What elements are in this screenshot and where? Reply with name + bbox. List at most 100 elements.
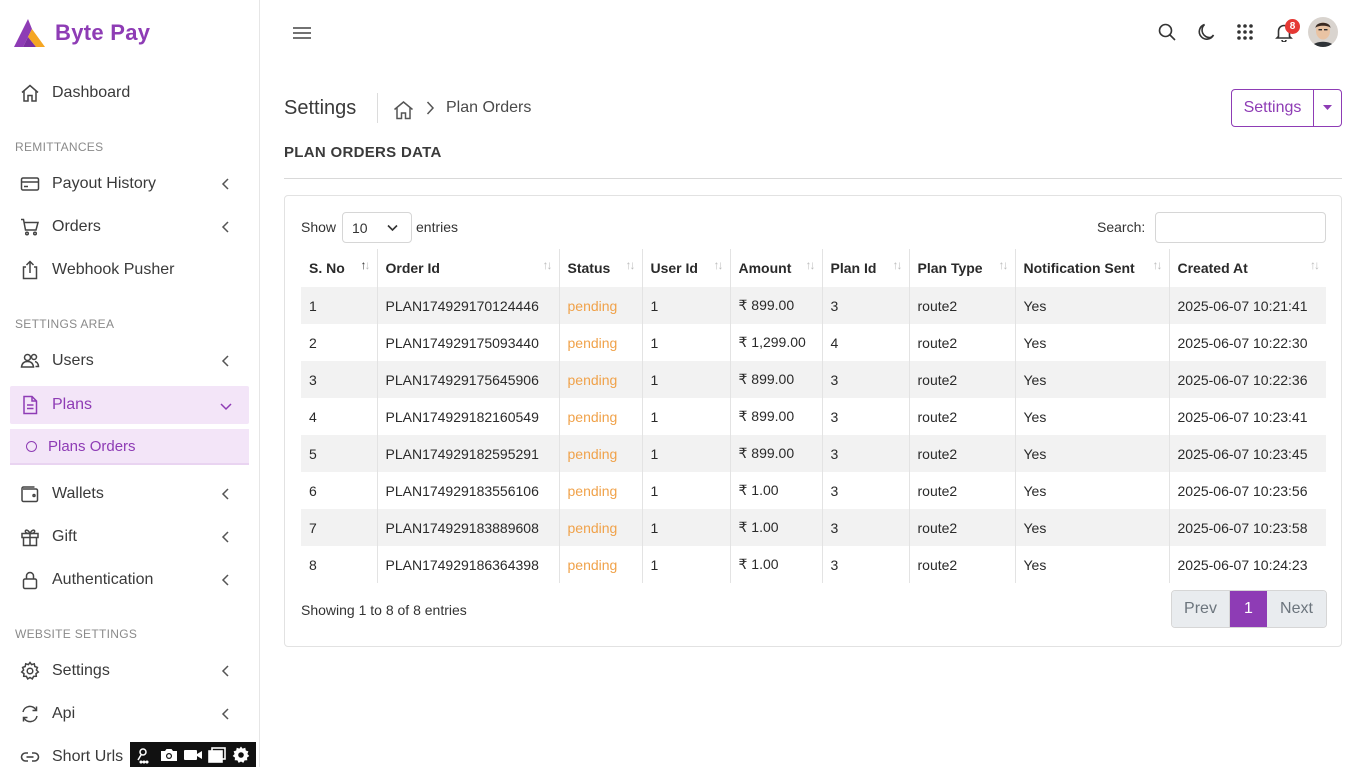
- page-size-value: 10: [352, 219, 368, 236]
- refresh-icon: [20, 704, 40, 724]
- chevron-left-icon: [221, 708, 229, 720]
- page-size-select[interactable]: 10: [342, 212, 412, 243]
- table-cell: route2: [909, 472, 1016, 509]
- camera-icon[interactable]: [159, 746, 179, 764]
- table-cell: PLAN174929183556106: [377, 472, 560, 509]
- column-header-created-at[interactable]: Created At ↑↓: [1169, 249, 1326, 287]
- menu-toggle-icon[interactable]: [293, 26, 311, 40]
- table-cell: 1: [642, 287, 731, 324]
- avatar[interactable]: [1308, 17, 1338, 47]
- sort-icon: ↑↓: [1152, 258, 1163, 272]
- table-cell: PLAN174929186364398: [377, 546, 560, 583]
- apps-grid-icon[interactable]: [1235, 22, 1255, 42]
- page-title: Settings: [284, 97, 357, 119]
- table-cell: 5: [301, 435, 378, 472]
- chevron-left-icon: [221, 355, 229, 367]
- sidebar-subitem-plans-orders[interactable]: Plans Orders: [10, 429, 249, 465]
- settings-dropdown-toggle[interactable]: [1314, 90, 1341, 126]
- search-input[interactable]: [1155, 212, 1326, 243]
- moon-icon[interactable]: [1196, 22, 1216, 42]
- sidebar-item-label: Api: [52, 705, 76, 722]
- table-cell: 2025-06-07 10:23:56: [1177, 482, 1308, 499]
- table-cell: 1: [642, 324, 731, 361]
- pagination: Prev 1 Next: [1171, 590, 1327, 628]
- table-cell: Yes: [1015, 287, 1170, 324]
- brand-logo-icon: [14, 19, 45, 47]
- column-header-plan-id[interactable]: Plan Id ↑↓: [822, 249, 910, 287]
- chevron-left-icon: [221, 488, 229, 500]
- gear-icon[interactable]: [231, 746, 251, 764]
- table-cell: 1: [642, 546, 731, 583]
- sort-icon: ↑↓: [998, 258, 1009, 272]
- column-header-plan-type[interactable]: Plan Type ↑↓: [909, 249, 1016, 287]
- sidebar-item-settings[interactable]: Settings: [10, 652, 249, 690]
- table-cell: 2025-06-07 10:23:45: [1169, 435, 1326, 472]
- table-cell: route2: [909, 324, 1016, 361]
- cart-icon: [20, 217, 40, 237]
- table-row[interactable]: 2 PLAN174929175093440 pending 1 ₹ 1,299.00 4 r…: [301, 324, 1326, 361]
- pin-icon[interactable]: [135, 746, 155, 764]
- table-cell: ₹ 1,299.00: [730, 324, 823, 361]
- sort-icon: ↑↓: [892, 258, 903, 272]
- brand[interactable]: Byte Pay: [14, 18, 150, 48]
- column-header-user-id[interactable]: User Id ↑↓: [642, 249, 731, 287]
- showing-entries-text: Showing 1 to 8 of 8 entries: [301, 602, 467, 618]
- column-header-notification-sent[interactable]: Notification Sent ↑↓: [1015, 249, 1170, 287]
- sort-icon: ↑↓: [360, 258, 371, 272]
- table-cell: ₹ 899.00: [730, 435, 823, 472]
- column-header-amount[interactable]: Amount ↑↓: [730, 249, 823, 287]
- sidebar-item-gift[interactable]: Gift: [10, 518, 249, 556]
- sidebar-item-orders[interactable]: Orders: [10, 208, 249, 246]
- table-row[interactable]: 7 PLAN174929183889608 pending 1 ₹ 1.00 3 route…: [301, 509, 1326, 546]
- table-row[interactable]: 5 PLAN174929182595291 pending 1 ₹ 899.00 3 rou…: [301, 435, 1326, 472]
- table-body: 1 PLAN174929170124446 pending 1 ₹ 899.00 3 rou…: [301, 287, 1326, 583]
- sort-icon: ↑↓: [1310, 258, 1320, 272]
- table-cell: Yes: [1015, 361, 1170, 398]
- table-cell: PLAN174929175093440: [377, 324, 560, 361]
- table-cell: route2: [909, 509, 1016, 546]
- settings-button[interactable]: Settings: [1232, 90, 1314, 126]
- windows-icon[interactable]: [207, 746, 227, 764]
- sidebar-item-authentication[interactable]: Authentication: [10, 561, 249, 599]
- table-row[interactable]: 4 PLAN174929182160549 pending 1 ₹ 899.00 3 rou…: [301, 398, 1326, 435]
- table-cell: 3: [822, 398, 910, 435]
- table-row[interactable]: 3 PLAN174929175645906 pending 1 ₹ 899.00 3 rou…: [301, 361, 1326, 398]
- sidebar-item-label: Wallets: [52, 485, 104, 502]
- sort-icon: ↑↓: [625, 258, 636, 272]
- table-cell: route2: [909, 287, 1016, 324]
- video-camera-icon[interactable]: [183, 746, 203, 764]
- table-cell: ₹ 899.00: [730, 287, 823, 324]
- current-page-button[interactable]: 1: [1230, 591, 1267, 627]
- users-icon: [20, 351, 40, 371]
- prev-page-button[interactable]: Prev: [1172, 591, 1230, 627]
- table-cell: 2025-06-07 10:22:36: [1169, 361, 1326, 398]
- lock-icon: [20, 570, 40, 590]
- table-row[interactable]: 8 PLAN174929186364398 pending 1 ₹ 1.00 3 route…: [301, 546, 1326, 583]
- table-cell: ₹ 899.00: [730, 398, 823, 435]
- sidebar-item-dashboard[interactable]: Dashboard: [10, 74, 249, 112]
- chevron-down-icon: [220, 403, 232, 411]
- column-header-s-no[interactable]: S. No ↑↓: [301, 249, 378, 287]
- table-cell: 2025-06-07 10:24:23: [1177, 556, 1308, 573]
- sidebar-item-plans[interactable]: Plans: [10, 386, 249, 424]
- column-header-status[interactable]: Status ↑↓: [559, 249, 643, 287]
- table-cell: 6: [301, 472, 378, 509]
- sidebar-item-payout-history[interactable]: Payout History: [10, 165, 249, 203]
- sidebar-item-label: Orders: [52, 218, 101, 235]
- table-cell: 1: [642, 509, 731, 546]
- table-row[interactable]: 1 PLAN174929170124446 pending 1 ₹ 899.00 3 rou…: [301, 287, 1326, 324]
- gift-icon: [20, 527, 40, 547]
- table-row[interactable]: 6 PLAN174929183556106 pending 1 ₹ 1.00 3 route…: [301, 472, 1326, 509]
- table-cell: route2: [909, 398, 1016, 435]
- sidebar-item-wallets[interactable]: Wallets: [10, 475, 249, 513]
- next-page-button[interactable]: Next: [1267, 591, 1326, 627]
- sidebar-item-label: Settings: [52, 662, 110, 679]
- table-cell: 1: [642, 398, 731, 435]
- sidebar-item-webhook-pusher[interactable]: Webhook Pusher: [10, 251, 249, 289]
- table-cell: 3: [822, 472, 910, 509]
- home-icon[interactable]: [393, 100, 414, 120]
- column-header-order-id[interactable]: Order Id ↑↓: [377, 249, 560, 287]
- search-icon[interactable]: [1157, 22, 1177, 42]
- sidebar-item-users[interactable]: Users: [10, 342, 249, 380]
- sidebar-item-api[interactable]: Api: [10, 695, 249, 733]
